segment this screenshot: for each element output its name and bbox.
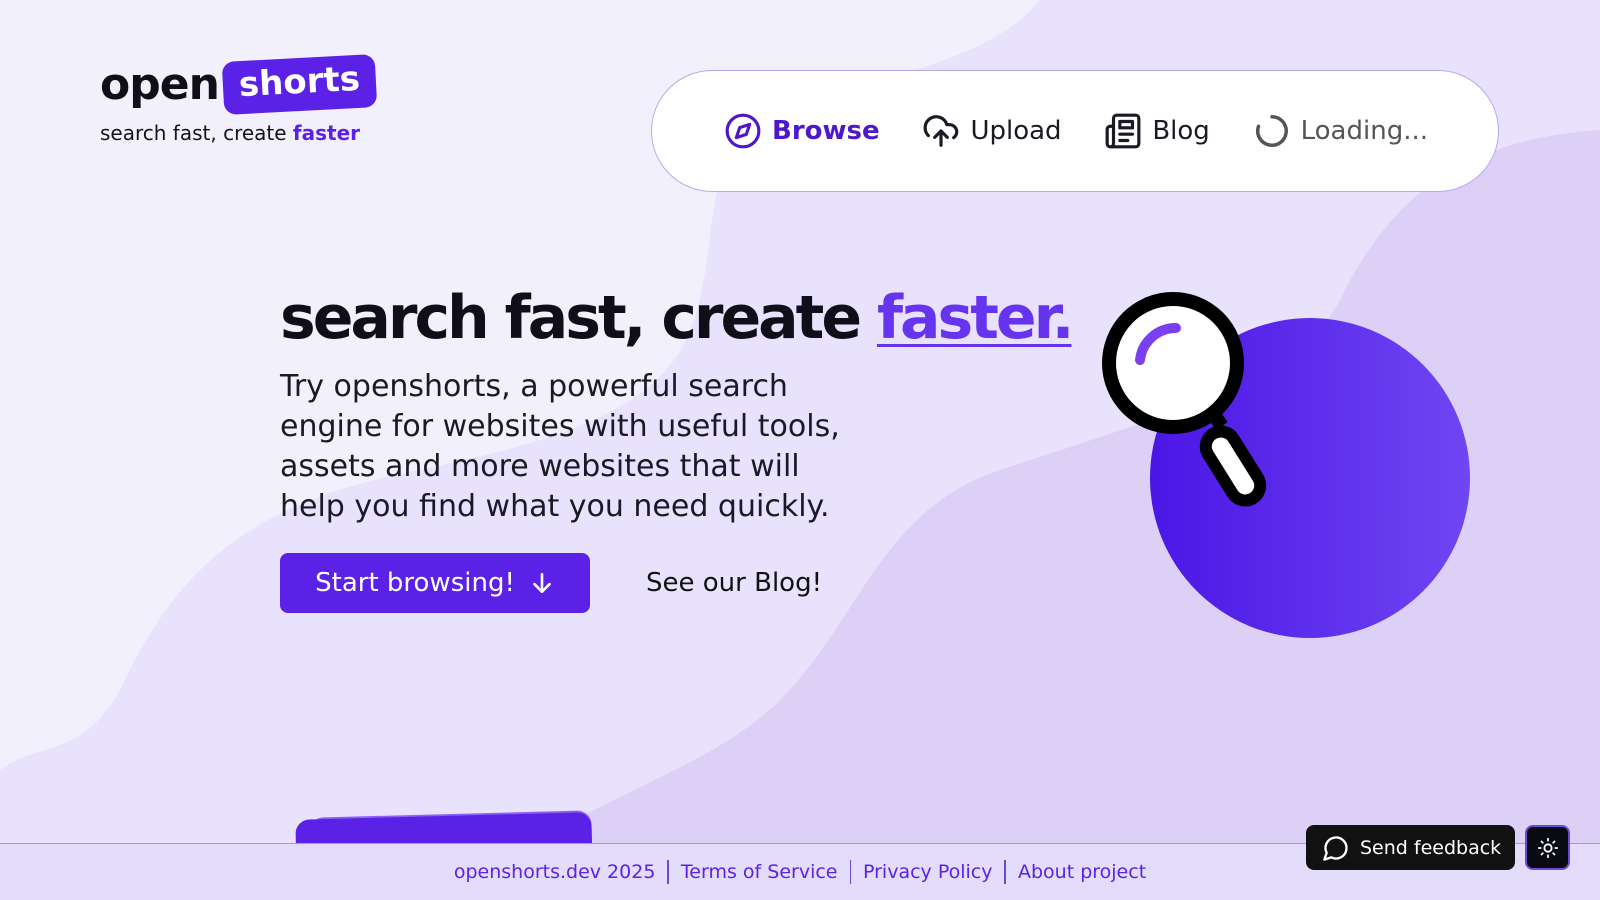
hero-title-accent: faster. xyxy=(876,283,1075,353)
newspaper-icon xyxy=(1105,113,1141,149)
send-feedback-label: Send feedback xyxy=(1360,836,1502,859)
nav-item-blog[interactable]: Blog xyxy=(1104,112,1210,150)
nav-label-blog: Blog xyxy=(1152,116,1210,146)
footer-terms-link[interactable]: Terms of Service xyxy=(669,861,850,883)
arrow-down-icon xyxy=(532,573,551,593)
chat-bubble-icon xyxy=(1323,835,1348,861)
sun-icon xyxy=(1537,837,1558,858)
nav-item-browse[interactable]: Browse xyxy=(724,112,880,150)
spinner-icon xyxy=(1255,115,1288,147)
nav-label-loading: Loading... xyxy=(1300,116,1428,146)
start-browsing-label: Start browsing! xyxy=(315,568,515,598)
compass-icon xyxy=(725,113,761,149)
tagline: search fast, create faster xyxy=(100,121,376,145)
logo-shorts-badge: shorts xyxy=(221,54,378,116)
tagline-text: search fast, create xyxy=(100,121,293,146)
see-blog-link[interactable]: See our Blog! xyxy=(646,568,822,598)
cta-row: Start browsing! See our Blog! xyxy=(280,553,822,613)
theme-toggle-button[interactable] xyxy=(1525,825,1570,870)
nav-label-browse: Browse xyxy=(772,116,880,146)
cloud-upload-icon xyxy=(924,115,959,147)
logo[interactable]: open shorts search fast, create faster xyxy=(100,54,378,145)
top-nav: Browse Upload Blog Loading... xyxy=(651,70,1499,192)
footer-about-link[interactable]: About project xyxy=(1006,861,1158,883)
footer-copyright[interactable]: openshorts.dev 2025 xyxy=(442,861,668,883)
hero-illustration xyxy=(1100,290,1480,650)
footer-links: openshorts.dev 2025 Terms of Service Pri… xyxy=(442,860,1158,884)
nav-label-upload: Upload xyxy=(970,116,1062,146)
hero-title: search fast, create faster. xyxy=(280,283,1074,353)
send-feedback-button[interactable]: Send feedback xyxy=(1306,825,1515,870)
nav-item-loading: Loading... xyxy=(1253,112,1428,150)
tagline-accent: faster xyxy=(292,121,361,146)
hero-section: search fast, create faster. Try openshor… xyxy=(280,283,1074,527)
start-browsing-button[interactable]: Start browsing! xyxy=(280,553,590,613)
logo-open-text: open xyxy=(100,58,220,110)
footer-privacy-link[interactable]: Privacy Policy xyxy=(851,861,1004,883)
hero-description: Try openshorts, a powerful search engine… xyxy=(280,369,840,524)
hero-title-text: search fast, create xyxy=(280,283,877,353)
nav-item-upload[interactable]: Upload xyxy=(922,112,1062,150)
magnifier-icon xyxy=(1102,292,1267,507)
